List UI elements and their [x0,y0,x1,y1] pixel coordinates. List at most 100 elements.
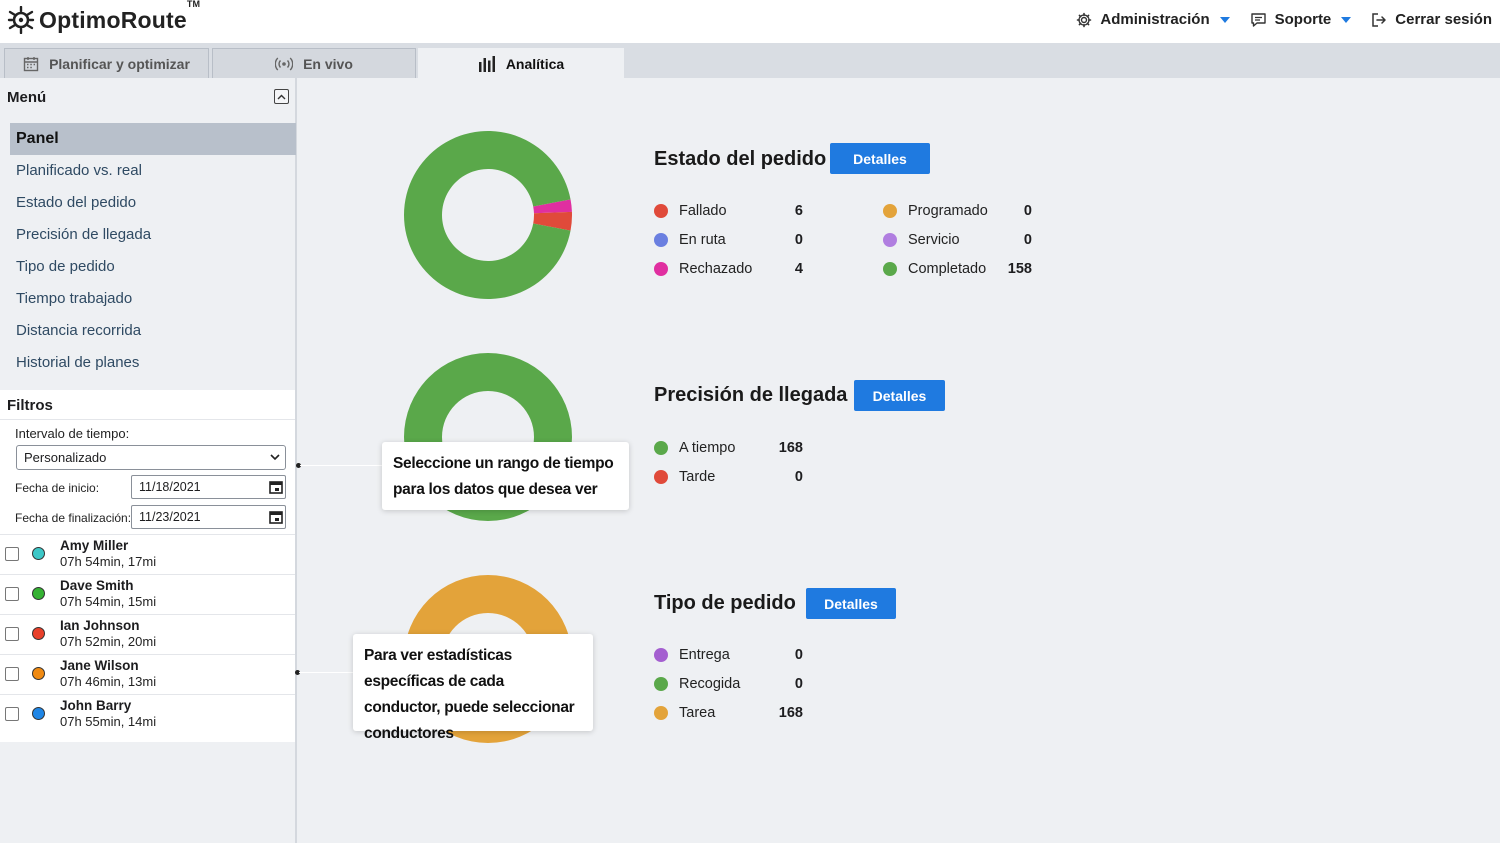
menu-item-time-worked[interactable]: Tiempo trabajado [10,283,296,315]
filters-title: Filtros [7,397,53,414]
end-date-field[interactable]: 11/23/2021 [131,505,286,529]
menu-item-arrival-accuracy[interactable]: Precisión de llegada [10,219,296,251]
interval-value: Personalizado [24,450,107,465]
driver-row[interactable]: Amy Miller 07h 54min, 17mi [0,534,295,574]
driver-name: John Barry [60,698,132,713]
broadcast-icon [275,57,294,70]
menu-title: Menú [7,89,47,106]
legend-item-completed: Completado [883,261,986,277]
legend-dot [654,470,668,484]
start-date-label: Fecha de inicio: [15,481,100,495]
time-range-tooltip: Seleccione un rango de tiempo para los d… [382,442,629,510]
driver-stats: 07h 55min, 14mi [60,714,157,729]
driver-row[interactable]: Dave Smith 07h 54min, 15mi [0,574,295,614]
calendar-icon[interactable] [269,480,283,494]
legend-dot [654,233,668,247]
driver-stats: 07h 46min, 13mi [60,674,157,689]
interval-label: Intervalo de tiempo: [15,426,130,441]
top-bar: OptimoRouteTM Administración Soporte Cer… [0,0,1500,43]
menu-item-planned-vs-actual[interactable]: Planificado vs. real [10,155,296,187]
order-type-title: Tipo de pedido [654,592,796,614]
order-status-details-button[interactable]: Detalles [830,143,930,174]
driver-row[interactable]: Jane Wilson 07h 46min, 13mi [0,654,295,694]
legend-dot [883,233,897,247]
arrival-accuracy-details-button[interactable]: Detalles [854,380,945,411]
collapse-menu-button[interactable] [274,89,289,104]
legend-value: 0 [794,469,803,485]
driver-color-dot [32,587,45,600]
chevron-down-icon [1341,16,1352,23]
menu-item-plan-history[interactable]: Historial de planes [10,347,296,379]
order-status-title: Estado del pedido [654,148,827,170]
driver-checkbox[interactable] [5,667,19,681]
legend-value: 0 [1023,203,1032,219]
admin-menu[interactable]: Administración [1076,11,1230,28]
driver-checkbox[interactable] [5,707,19,721]
legend-value: 168 [778,440,803,456]
driver-name: Ian Johnson [60,618,140,633]
start-date-field[interactable]: 11/18/2021 [131,475,286,499]
menu-item-distance[interactable]: Distancia recorrida [10,315,296,347]
legend-value: 0 [794,676,803,692]
tab-label: Planificar y optimizar [49,55,190,72]
driver-name: Jane Wilson [60,658,139,673]
legend-item-task: Tarea [654,705,715,721]
legend-value: 4 [794,261,803,277]
tab-live[interactable]: En vivo [212,48,416,78]
legend-item-service: Servicio [883,232,960,248]
order-type-details-button[interactable]: Detalles [806,588,896,619]
support-menu[interactable]: Soporte [1250,11,1352,28]
end-date-label: Fecha de finalización: [15,511,132,525]
legend-dot [654,706,668,720]
legend-dot [654,262,668,276]
legend-dot [883,262,897,276]
logout-button[interactable]: Cerrar sesión [1371,11,1492,28]
divider [0,419,295,420]
driver-color-dot [32,627,45,640]
admin-label: Administración [1100,11,1210,28]
calendar-icon[interactable] [269,510,283,524]
arrival-accuracy-title: Precisión de llegada [654,384,848,406]
driver-checkbox[interactable] [5,627,19,641]
filters-panel: Filtros Intervalo de tiempo: Personaliza… [0,390,295,742]
menu-item-order-status[interactable]: Estado del pedido [10,187,296,219]
legend-item-scheduled: Programado [883,203,988,219]
logout-icon [1372,12,1387,27]
menu-item-order-type[interactable]: Tipo de pedido [10,251,296,283]
menu-list: Panel Planificado vs. real Estado del pe… [10,123,296,379]
interval-select[interactable]: Personalizado [16,445,286,470]
chat-icon [1250,12,1266,27]
tab-label: En vivo [303,55,353,72]
driver-checkbox[interactable] [5,547,19,561]
start-date-value: 11/18/2021 [139,480,201,494]
driver-stats: 07h 52min, 20mi [60,634,157,649]
legend-dot [654,677,668,691]
driver-name: Amy Miller [60,538,129,553]
menu-item-panel[interactable]: Panel [10,123,296,155]
legend-item-late: Tarde [654,469,715,485]
bar-chart-icon [478,55,495,72]
tab-analytics[interactable]: Analítica [418,48,624,78]
support-label: Soporte [1274,11,1332,28]
legend-value: 0 [794,232,803,248]
legend-dot [654,441,668,455]
legend-value: 0 [794,647,803,663]
optimoroute-logo-icon [7,6,35,34]
chevron-up-icon [277,94,286,99]
legend-dot [654,648,668,662]
order-status-donut-chart[interactable] [404,131,572,299]
calendar-icon [23,56,39,71]
legend-value: 6 [794,203,803,219]
app-logo[interactable]: OptimoRouteTM [7,0,200,34]
drivers-tooltip: Para ver estadísticas específicas de cad… [353,634,593,742]
driver-row[interactable]: Ian Johnson 07h 52min, 20mi [0,614,295,654]
tab-plan-optimize[interactable]: Planificar y optimizar [4,48,209,78]
legend-value: 0 [1023,232,1032,248]
legend-item-en-route: En ruta [654,232,726,248]
legend-item-rejected: Rechazado [654,261,752,277]
chevron-down-icon [1219,16,1230,23]
driver-row[interactable]: John Barry 07h 55min, 14mi [0,694,295,734]
legend-item-failed: Fallado [654,203,727,219]
driver-checkbox[interactable] [5,587,19,601]
legend-value: 168 [778,705,803,721]
